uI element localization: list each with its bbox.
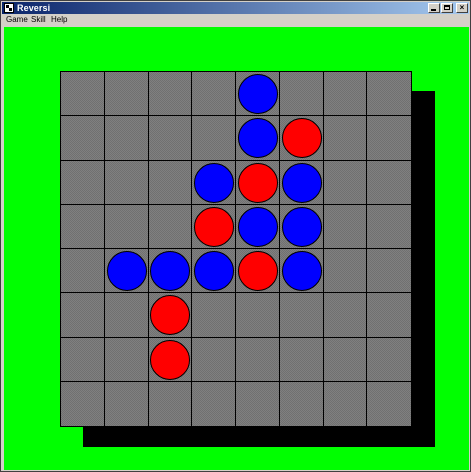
blue-disc xyxy=(237,206,278,247)
board-cell[interactable] xyxy=(367,382,411,426)
blue-disc xyxy=(194,162,235,203)
blue-disc xyxy=(281,251,322,292)
red-disc xyxy=(237,251,278,292)
board-cell[interactable] xyxy=(148,204,193,249)
board-cell[interactable] xyxy=(279,293,324,338)
board-cell[interactable] xyxy=(192,116,236,161)
close-icon: × xyxy=(459,3,465,12)
board-cell[interactable] xyxy=(236,381,280,426)
board-cell[interactable] xyxy=(105,381,149,426)
board-cell[interactable] xyxy=(323,72,368,117)
minimize-button[interactable] xyxy=(428,3,440,13)
board-cell[interactable] xyxy=(104,116,149,161)
board-cell[interactable] xyxy=(192,381,236,426)
board-cell[interactable] xyxy=(367,72,411,117)
board-cell[interactable] xyxy=(280,381,324,426)
board-cell[interactable] xyxy=(323,160,368,205)
blue-disc xyxy=(194,251,235,292)
blue-disc xyxy=(237,74,278,115)
board-cell[interactable] xyxy=(61,204,105,249)
board-cell[interactable] xyxy=(367,161,411,205)
game-board[interactable] xyxy=(60,71,412,427)
board-cell[interactable] xyxy=(367,293,411,338)
board-cell[interactable] xyxy=(367,338,411,382)
board-cell[interactable] xyxy=(367,249,411,294)
board-cell[interactable] xyxy=(279,337,324,382)
close-button[interactable]: × xyxy=(456,3,468,13)
board-cell[interactable] xyxy=(323,116,368,161)
blue-disc xyxy=(281,206,322,247)
red-disc xyxy=(150,339,191,380)
menu-skill[interactable]: Skill xyxy=(31,14,46,26)
board-cell[interactable] xyxy=(323,204,368,249)
red-disc xyxy=(281,118,322,159)
board-cell[interactable] xyxy=(192,293,236,338)
board-cell[interactable] xyxy=(149,381,193,426)
board-cell[interactable] xyxy=(236,337,280,382)
menu-game[interactable]: Game xyxy=(6,14,28,26)
board-cell[interactable] xyxy=(236,293,280,338)
board-cell[interactable] xyxy=(324,381,368,426)
board-cell[interactable] xyxy=(104,337,149,382)
board-cell[interactable] xyxy=(104,160,149,205)
maximize-icon xyxy=(444,5,450,10)
blue-disc xyxy=(106,251,147,292)
app-icon[interactable] xyxy=(4,3,14,13)
board-cell[interactable] xyxy=(148,116,193,161)
blue-disc xyxy=(237,118,278,159)
menu-help[interactable]: Help xyxy=(51,14,67,26)
board-cell[interactable] xyxy=(148,72,193,117)
red-disc xyxy=(237,162,278,203)
board-cell[interactable] xyxy=(192,337,236,382)
board-cell[interactable] xyxy=(323,337,368,382)
board-cell[interactable] xyxy=(367,116,411,161)
board-cell[interactable] xyxy=(367,205,411,249)
board-cell[interactable] xyxy=(61,337,105,382)
board-cell[interactable] xyxy=(148,160,193,205)
board-cell[interactable] xyxy=(104,293,149,338)
minimize-icon xyxy=(431,9,436,11)
title-bar[interactable]: Reversi × xyxy=(2,2,469,14)
maximize-button[interactable] xyxy=(441,3,453,13)
board-cell[interactable] xyxy=(61,72,105,117)
board-cell[interactable] xyxy=(104,204,149,249)
reversi-window: Reversi × Game Skill Help xyxy=(0,0,471,472)
window-title: Reversi xyxy=(17,3,51,13)
board-cell[interactable] xyxy=(61,160,105,205)
board-cell[interactable] xyxy=(192,72,236,117)
board-cell[interactable] xyxy=(104,72,149,117)
board-cell[interactable] xyxy=(61,293,105,338)
board-cell[interactable] xyxy=(279,72,324,117)
board-cell[interactable] xyxy=(61,116,105,161)
red-disc xyxy=(194,206,235,247)
board-cell[interactable] xyxy=(323,293,368,338)
board-cell[interactable] xyxy=(61,381,105,426)
board-cell[interactable] xyxy=(61,249,105,294)
menu-bar: Game Skill Help xyxy=(2,14,469,26)
board-cell[interactable] xyxy=(323,249,368,294)
blue-disc xyxy=(281,162,322,203)
